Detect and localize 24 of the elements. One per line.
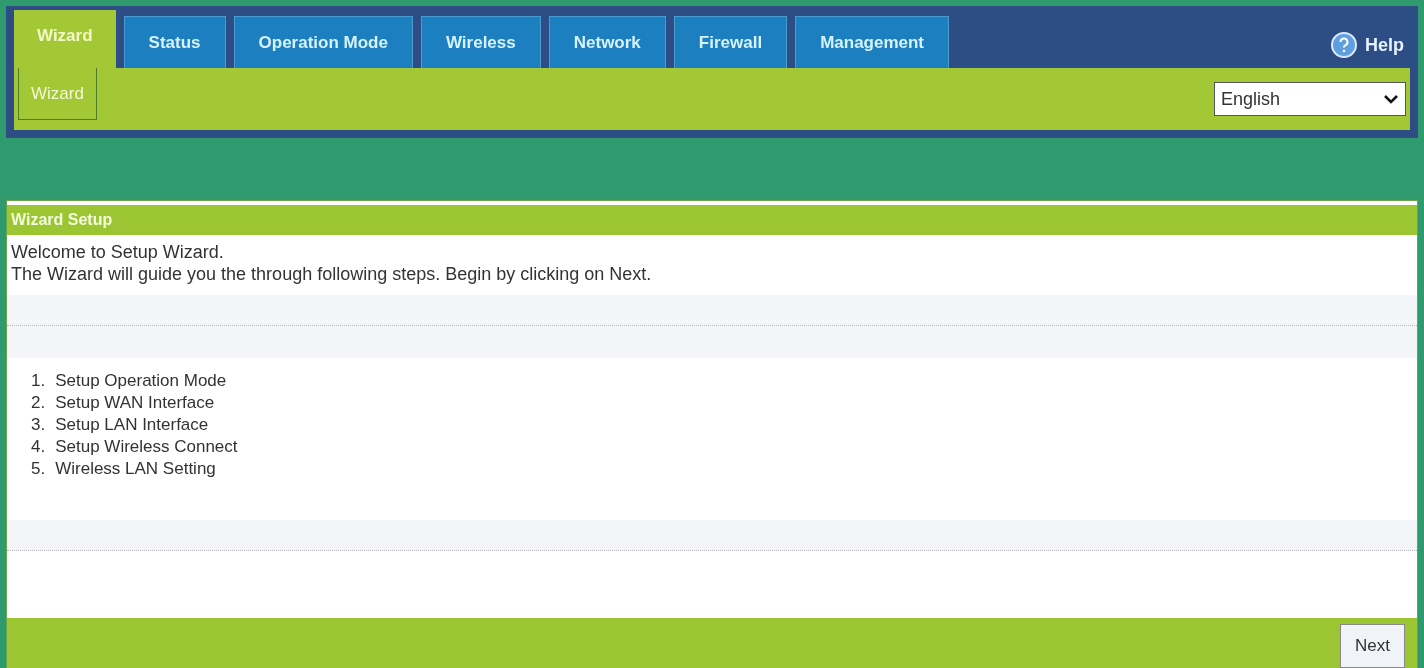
step-number: 2. — [31, 392, 46, 414]
step-label: Setup Operation Mode — [55, 370, 227, 392]
step-label: Wireless LAN Setting — [55, 458, 216, 480]
intro-text: Welcome to Setup Wizard. — [11, 241, 225, 263]
nav-tab[interactable]: Management — [795, 16, 950, 68]
nav-tab[interactable]: Network — [548, 16, 666, 68]
nav-tab[interactable]: Wireless — [420, 16, 541, 68]
nav-tab[interactable]: Status — [123, 16, 226, 68]
step-number: 5. — [31, 458, 46, 480]
help-icon — [1331, 32, 1357, 58]
help-link[interactable]: Help — [1331, 32, 1410, 68]
next-button[interactable]: Next — [1340, 624, 1405, 668]
nav-tab[interactable]: Firewall — [673, 16, 788, 68]
intro-text: The Wizard will guide you the through following steps. Begin by clicking on Next. — [11, 263, 653, 285]
language-select[interactable]: English — [1214, 82, 1406, 116]
step-label: Setup LAN Interface — [55, 414, 209, 436]
step-label: Setup Wireless Connect — [55, 436, 238, 458]
step-number: 1. — [31, 370, 46, 392]
step-number: 3. — [31, 414, 46, 436]
nav-tab[interactable]: Operation Mode — [233, 16, 413, 68]
chevron-down-icon — [1383, 93, 1399, 105]
step-label: Setup WAN Interface — [55, 392, 215, 414]
panel-title: Wizard Setup — [7, 205, 1417, 235]
step-number: 4. — [31, 436, 46, 458]
